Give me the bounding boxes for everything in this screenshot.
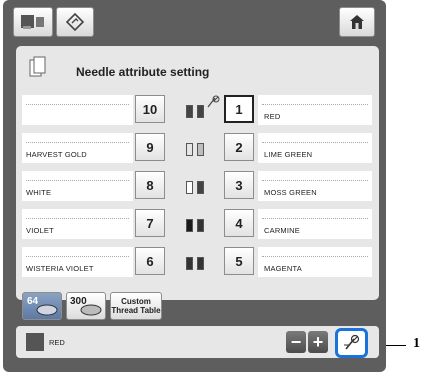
spool-icon	[197, 181, 204, 194]
home-button[interactable]	[339, 7, 375, 37]
edit-button[interactable]	[56, 7, 94, 37]
thread-name-left: HARVEST GOLD	[22, 133, 133, 163]
machine-screen: Needle attribute setting 10 1 RED HARVES…	[3, 0, 386, 372]
panel-header: Needle attribute setting	[16, 46, 379, 88]
thread-name-right: LIME GREEN	[258, 133, 372, 163]
needle-button-5[interactable]: 5	[224, 247, 254, 275]
spool-icon	[186, 181, 193, 194]
embroidery-machine-button[interactable]	[13, 7, 53, 37]
thread-name-left: WHITE	[22, 171, 133, 201]
needle-button-10[interactable]: 10	[135, 95, 165, 123]
minus-icon: −	[290, 331, 302, 352]
minus-button[interactable]: −	[286, 331, 306, 353]
plus-button[interactable]: +	[308, 331, 328, 353]
needle-button-7[interactable]: 7	[135, 209, 165, 237]
page-icon	[29, 56, 46, 77]
palette-64-button[interactable]: 64	[22, 292, 62, 320]
needle-button-3[interactable]: 3	[224, 171, 254, 199]
needle-button-2[interactable]: 2	[224, 133, 254, 161]
thread-palette-icon	[80, 304, 102, 316]
thread-name-left	[22, 95, 133, 125]
needle-button-9[interactable]: 9	[135, 133, 165, 161]
thread-name-left: WISTERIA VIOLET	[22, 247, 133, 277]
panel-title: Needle attribute setting	[76, 65, 210, 79]
needle-setting-button[interactable]	[335, 328, 368, 358]
needle-button-1[interactable]: 1	[224, 95, 254, 123]
thread-palette-icon	[36, 304, 58, 316]
spool-icon	[186, 219, 193, 232]
thread-name-right: MAGENTA	[258, 247, 372, 277]
needle-button-4[interactable]: 4	[224, 209, 254, 237]
thread-name-right: CARMINE	[258, 209, 372, 239]
thread-name-left: VIOLET	[22, 209, 133, 239]
spool-icon	[197, 143, 204, 156]
embroidery-machine-icon	[21, 15, 44, 29]
color-swatch	[26, 333, 44, 351]
needle-row: 10 1 RED	[22, 95, 373, 127]
spool-icon	[186, 143, 193, 156]
needle-row: WISTERIA VIOLET 6 5 MAGENTA	[22, 247, 373, 279]
home-icon	[350, 15, 364, 29]
needle-button-6[interactable]: 6	[135, 247, 165, 275]
status-bar: RED − +	[16, 326, 379, 358]
spool-icon	[197, 219, 204, 232]
spool-icon	[197, 105, 204, 118]
callout-line	[386, 345, 406, 346]
needle-button-8[interactable]: 8	[135, 171, 165, 199]
needle-setting-mark-icon	[207, 95, 220, 108]
spool-icon	[186, 257, 193, 270]
spool-icon	[186, 105, 193, 118]
custom-thread-table-button[interactable]: Custom Thread Table	[110, 292, 162, 320]
needle-row: WHITE 8 3 MOSS GREEN	[22, 171, 373, 203]
spool-icon	[197, 257, 204, 270]
current-color-name: RED	[49, 338, 65, 347]
thread-name-right: RED	[258, 95, 372, 125]
thread-name-right: MOSS GREEN	[258, 171, 372, 201]
needle-attribute-panel: Needle attribute setting 10 1 RED HARVES…	[16, 46, 379, 300]
plus-icon: +	[312, 331, 324, 352]
diamond-icon	[65, 12, 85, 32]
needle-row: VIOLET 7 4 CARMINE	[22, 209, 373, 241]
needle-row: HARVEST GOLD 9 2 LIME GREEN	[22, 133, 373, 165]
needle-setting-icon	[343, 334, 359, 350]
palette-300-button[interactable]: 300	[66, 292, 106, 320]
callout-label: 1	[413, 336, 420, 351]
